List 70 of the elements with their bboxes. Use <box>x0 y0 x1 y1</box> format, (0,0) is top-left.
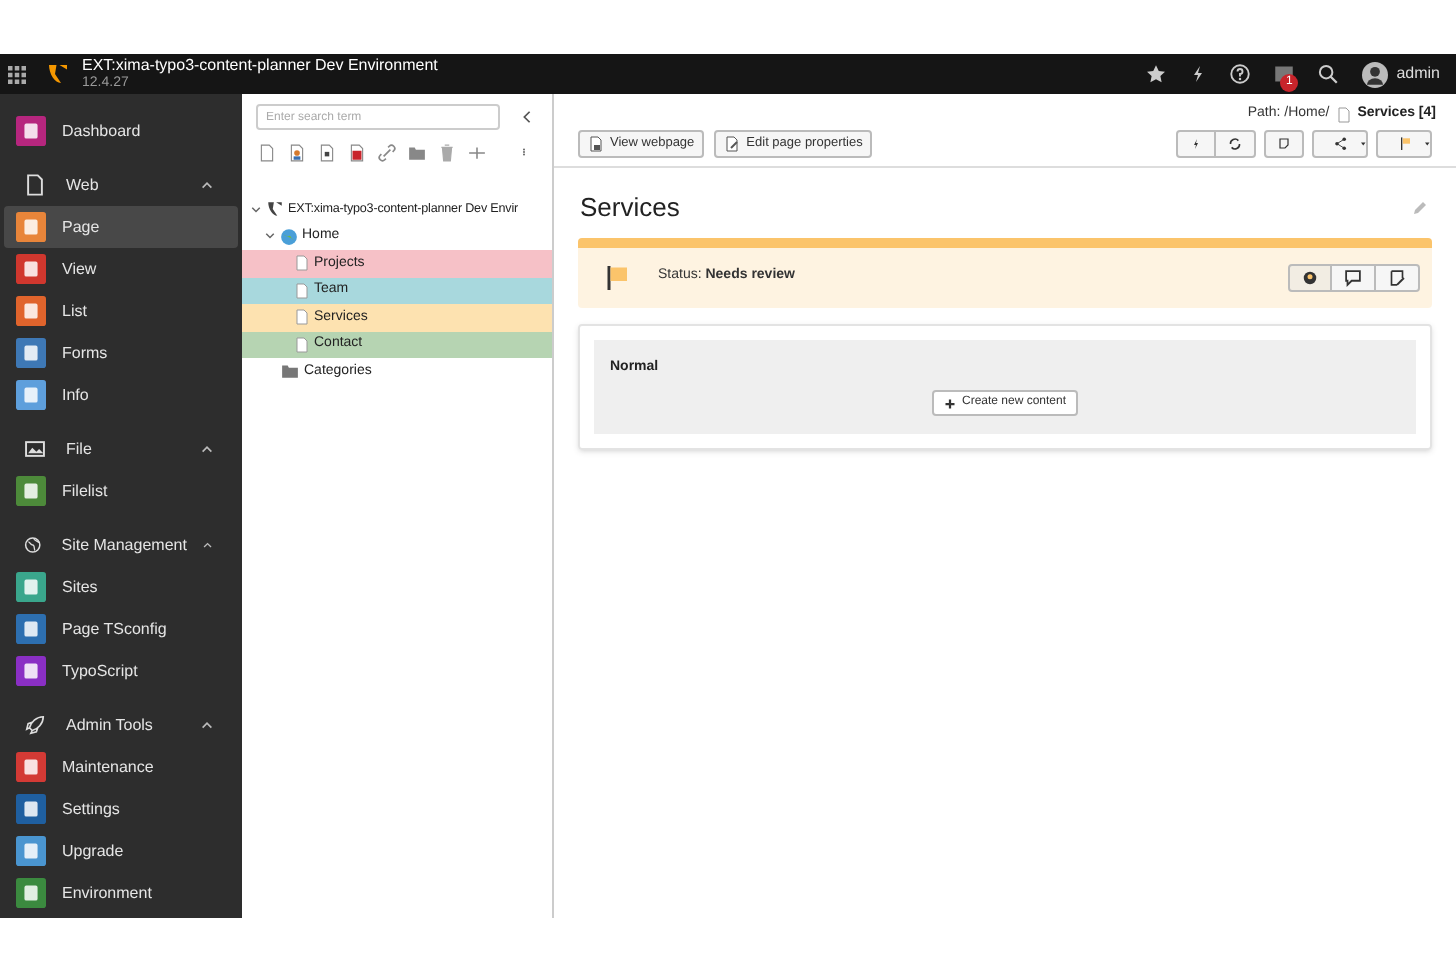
module-tile-icon <box>16 338 46 368</box>
globe-icon <box>24 534 42 556</box>
module-item[interactable]: Filelist <box>4 470 238 512</box>
page-insert-icon[interactable] <box>318 143 336 161</box>
module-item[interactable]: Page TSconfig <box>4 608 238 650</box>
collapse-left-icon[interactable] <box>520 110 534 124</box>
note-edit-icon[interactable] <box>1376 263 1420 291</box>
globe-icon <box>280 227 298 246</box>
link-icon[interactable] <box>378 143 396 161</box>
caret-down-icon[interactable] <box>250 203 262 216</box>
logo-icon <box>266 200 284 219</box>
module-item[interactable]: Dashboard <box>4 110 238 152</box>
share-dropdown-icon[interactable] <box>1312 130 1368 158</box>
module-item[interactable]: Upgrade <box>4 830 238 872</box>
module-item[interactable]: Environment <box>4 872 238 914</box>
comment-icon[interactable] <box>1332 263 1376 291</box>
rocket-icon <box>24 714 46 736</box>
module-item[interactable]: TypoScript <box>4 650 238 692</box>
module-item[interactable]: List <box>4 290 238 332</box>
module-group-header[interactable]: File <box>4 428 238 470</box>
module-tile-icon <box>16 476 46 506</box>
avatar-icon[interactable] <box>1362 61 1389 87</box>
page-edit-icon <box>724 136 741 152</box>
note-icon[interactable] <box>1264 130 1304 158</box>
module-tile-icon <box>16 572 46 602</box>
grid-menu-icon[interactable] <box>8 65 26 83</box>
folder-icon[interactable] <box>408 143 426 161</box>
page-user-icon[interactable] <box>288 143 306 161</box>
module-tile-icon <box>16 878 46 908</box>
module-item[interactable]: View <box>4 248 238 290</box>
module-tile-icon <box>16 656 46 686</box>
module-tile-icon <box>16 836 46 866</box>
search-icon[interactable] <box>1318 64 1339 84</box>
page-title: Services <box>578 190 680 226</box>
plus-icon <box>943 397 956 409</box>
lightning-icon[interactable] <box>1190 64 1207 84</box>
page-icon <box>1335 105 1352 123</box>
module-tile-icon <box>16 794 46 824</box>
help-icon[interactable] <box>1230 64 1251 84</box>
module-item[interactable]: Page <box>4 206 238 248</box>
module-tile-icon <box>16 254 46 284</box>
module-tile-icon <box>16 614 46 644</box>
module-item[interactable]: Sites <box>4 566 238 608</box>
refresh-icon[interactable] <box>1216 130 1256 158</box>
module-item[interactable]: Forms <box>4 332 238 374</box>
user-assign-icon[interactable] <box>1288 263 1332 291</box>
module-tile-icon <box>16 296 46 326</box>
module-group-header[interactable]: Admin Tools <box>4 704 238 746</box>
page-lock-icon[interactable] <box>348 143 366 161</box>
new-page-icon[interactable] <box>258 143 276 161</box>
module-tile-icon <box>16 752 46 782</box>
module-group-header[interactable]: Site Management <box>4 524 238 566</box>
module-item[interactable]: Info <box>4 374 238 416</box>
folder-icon <box>280 362 300 381</box>
module-tile-icon <box>16 116 46 146</box>
divider-icon[interactable] <box>468 143 486 161</box>
logo-icon[interactable] <box>46 62 70 86</box>
module-item[interactable]: Settings <box>4 788 238 830</box>
module-tile-icon <box>16 380 46 410</box>
user-name[interactable]: admin <box>1396 62 1440 86</box>
page-eye-icon <box>588 136 604 152</box>
caret-down-icon[interactable] <box>264 230 276 243</box>
page-outline-icon <box>24 174 46 196</box>
flag-icon <box>606 265 630 289</box>
module-item[interactable]: Maintenance <box>4 746 238 788</box>
image-icon <box>24 438 46 460</box>
module-group-header[interactable]: Web <box>4 164 238 206</box>
site-title: EXT:xima-typo3-content-planner Dev Environment <box>82 56 438 74</box>
star-icon[interactable] <box>1146 64 1167 84</box>
module-tile-icon <box>16 212 46 242</box>
